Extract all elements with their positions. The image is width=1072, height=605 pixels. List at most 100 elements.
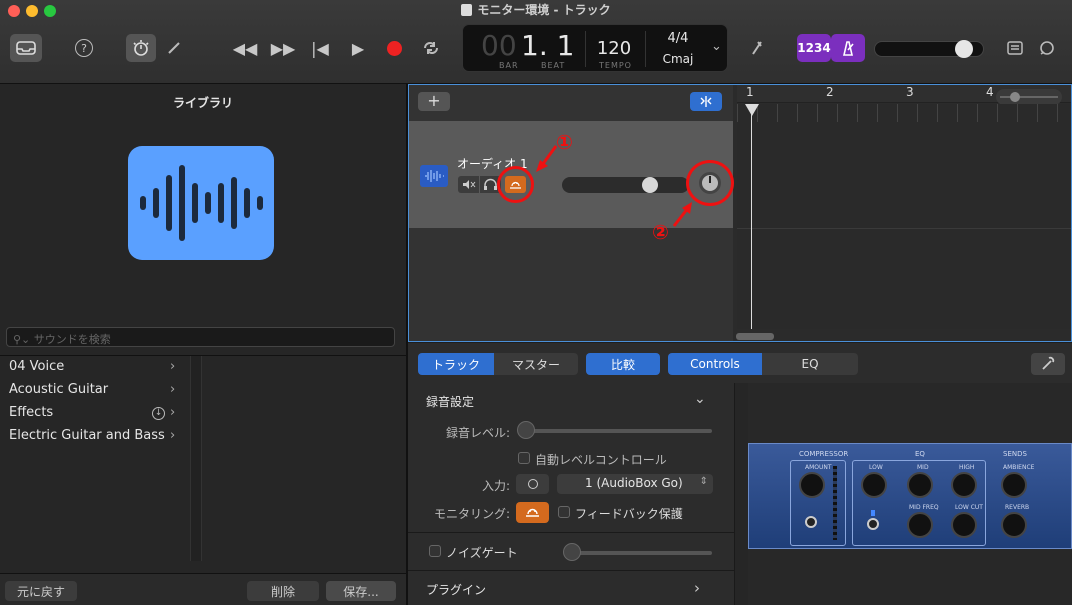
- updown-icon: ⇕: [699, 476, 708, 487]
- chevron-down-icon[interactable]: ⌄: [711, 39, 722, 54]
- eq-high-label: HIGH: [959, 464, 975, 471]
- add-track-button[interactable]: +: [418, 92, 450, 111]
- smart-controls-button[interactable]: [126, 34, 156, 62]
- save-button[interactable]: 保存...: [326, 581, 396, 601]
- ruler-bar-number: 1: [746, 85, 754, 99]
- lcd-time-signature[interactable]: 4/4: [653, 31, 703, 46]
- compressor-toggle[interactable]: [805, 516, 817, 528]
- tuner-button[interactable]: [746, 34, 768, 62]
- count-in-button[interactable]: 1234: [797, 34, 831, 62]
- track-lane-divider: [737, 228, 1071, 229]
- sends-label: SENDS: [1003, 450, 1027, 458]
- download-icon[interactable]: ↓: [152, 407, 165, 420]
- eq-low-label: LOW: [869, 464, 883, 471]
- input-label: 入力:: [482, 479, 511, 493]
- feedback-protection-label: フィードバック保護: [575, 507, 683, 521]
- monitoring-button[interactable]: [516, 502, 549, 523]
- tuning-fork-icon: [752, 41, 762, 55]
- ruler-bar-number: 3: [906, 85, 914, 99]
- horizontal-scrollbar[interactable]: [736, 333, 774, 340]
- lcd-bar-label: BAR: [499, 61, 519, 70]
- mute-button[interactable]: [458, 176, 479, 193]
- delete-button[interactable]: 削除: [247, 581, 319, 601]
- chevron-right-icon[interactable]: ›: [694, 579, 700, 597]
- ruler-bar-number: 2: [826, 85, 834, 99]
- reverb-knob[interactable]: [1001, 512, 1027, 538]
- inspector-settings-button[interactable]: [1031, 353, 1065, 375]
- amount-knob[interactable]: [799, 472, 825, 498]
- record-level-label: 録音レベル:: [446, 426, 511, 440]
- track-volume-knob[interactable]: [642, 177, 658, 193]
- search-icon: ⚲⌄: [13, 333, 34, 346]
- noise-gate-knob[interactable]: [563, 543, 581, 561]
- lcd-key[interactable]: Cmaj: [653, 52, 703, 66]
- go-to-beginning-button[interactable]: |◀: [310, 34, 330, 62]
- annotation-label-1: ①: [556, 130, 573, 154]
- tab-controls[interactable]: Controls: [668, 353, 762, 375]
- lcd-tempo[interactable]: 120: [591, 38, 637, 59]
- tab-track-label: トラック: [431, 357, 480, 372]
- eq-label: EQ: [915, 450, 925, 458]
- library-item[interactable]: Acoustic Guitar: [9, 382, 189, 404]
- library-button[interactable]: [10, 34, 42, 62]
- lcd-display[interactable]: 00 1. 1 BAR BEAT 120 TEMPO 4/4 Cmaj ⌄: [462, 24, 728, 72]
- record-button[interactable]: [384, 34, 404, 62]
- loop-browser-button[interactable]: [1036, 34, 1058, 62]
- metronome-icon: [842, 41, 854, 56]
- gain-reduction-meter: [833, 466, 837, 540]
- loop-icon: [1040, 41, 1054, 55]
- lcd-position: 1. 1: [521, 29, 575, 62]
- input-select[interactable]: 1 (AudioBox Go) ⇕: [557, 474, 713, 494]
- ambience-knob[interactable]: [1001, 472, 1027, 498]
- auto-level-checkbox[interactable]: [518, 452, 530, 464]
- sound-search-input[interactable]: ⚲⌄ サウンドを検索: [6, 327, 395, 347]
- eq-low-knob[interactable]: [861, 472, 887, 498]
- feedback-protection-checkbox[interactable]: [558, 506, 570, 518]
- record-level-slider[interactable]: [520, 429, 712, 433]
- revert-button[interactable]: 元に戻す: [5, 581, 77, 601]
- input-select-value: 1 (AudioBox Go): [585, 476, 683, 490]
- flex-time-button[interactable]: [690, 92, 722, 111]
- help-button[interactable]: ?: [72, 34, 96, 62]
- record-icon: [386, 40, 402, 56]
- fast-forward-icon: ▶▶: [270, 38, 296, 58]
- compressor-label: COMPRESSOR: [799, 450, 849, 458]
- volume-knob[interactable]: [955, 40, 973, 58]
- track-volume-slider[interactable]: [562, 177, 689, 193]
- noise-gate-label: ノイズゲート: [446, 546, 518, 560]
- library-item-label: Effects: [9, 405, 54, 420]
- cycle-button[interactable]: [420, 34, 442, 62]
- noise-gate-slider[interactable]: [566, 551, 712, 555]
- playhead[interactable]: [751, 104, 752, 329]
- record-level-knob[interactable]: [517, 421, 535, 439]
- chevron-right-icon: ›: [170, 382, 176, 397]
- library-item[interactable]: Electric Guitar and Bass: [9, 428, 189, 450]
- timeline[interactable]: [737, 104, 1071, 329]
- tab-eq[interactable]: EQ: [762, 353, 858, 375]
- eq-toggle[interactable]: [867, 518, 879, 530]
- fast-forward-button[interactable]: ▶▶: [270, 34, 296, 62]
- recording-settings-header[interactable]: 録音設定: [426, 393, 474, 410]
- plugins-header[interactable]: プラグイン: [426, 581, 486, 598]
- tab-track[interactable]: トラック: [418, 353, 494, 375]
- tab-master-label: マスター: [511, 357, 560, 372]
- low-cut-knob[interactable]: [951, 512, 977, 538]
- zoom-slider[interactable]: [996, 89, 1062, 105]
- noise-gate-checkbox[interactable]: [429, 545, 441, 557]
- eq-mid-knob[interactable]: [907, 472, 933, 498]
- chevron-down-icon[interactable]: ⌄: [694, 391, 706, 407]
- metronome-button[interactable]: [831, 34, 865, 62]
- eq-high-knob[interactable]: [951, 472, 977, 498]
- input-format-button[interactable]: [516, 474, 549, 494]
- master-volume-slider[interactable]: [874, 40, 984, 58]
- notepad-button[interactable]: [1004, 34, 1026, 62]
- editors-button[interactable]: [164, 34, 184, 62]
- save-label: 保存...: [343, 584, 379, 599]
- ambience-label: AMBIENCE: [1003, 464, 1035, 471]
- mid-freq-knob[interactable]: [907, 512, 933, 538]
- compare-button[interactable]: 比較: [586, 353, 660, 375]
- play-button[interactable]: ▶: [348, 34, 368, 62]
- rewind-button[interactable]: ◀◀: [232, 34, 258, 62]
- library-item[interactable]: 04 Voice: [9, 359, 189, 381]
- tab-master[interactable]: マスター: [494, 353, 578, 375]
